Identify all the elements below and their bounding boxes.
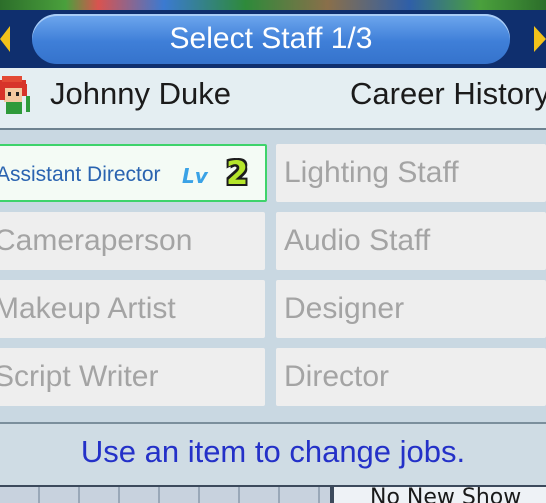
job-label: Audio Staff [284,224,431,257]
level-number: 2 [226,154,249,192]
background-tiles [0,487,330,503]
job-designer[interactable]: Designer [276,280,546,338]
background-panel: No New Show [334,487,546,503]
job-label: Cameraperson [0,224,193,257]
job-label: Lighting Staff [284,156,459,189]
hint-text: Use an item to change jobs. [80,434,466,469]
job-assistant-director[interactable]: Assistant Director Lv 2 [0,144,267,202]
avatar [0,76,30,114]
job-label: Script Writer [0,360,159,393]
staff-header: Johnny Duke Career History [0,68,546,130]
job-grid: Assistant Director Lv 2 Lighting Staff C… [0,130,546,424]
job-director[interactable]: Director [276,348,546,406]
staff-name: Johnny Duke [50,76,231,111]
title-bar: Select Staff 1/3 [0,10,546,68]
job-label: Makeup Artist [0,292,176,325]
level-prefix: Lv [182,164,208,188]
background-show-text: No New Show [370,487,522,503]
job-label: Assistant Director [0,163,161,186]
background-panels: No New Show [0,485,546,503]
career-history-button[interactable]: Career History [350,76,546,112]
select-staff-dialog: Johnny Duke Career History Assistant Dir… [0,68,546,485]
job-audio-staff[interactable]: Audio Staff [276,212,546,270]
job-makeup-artist[interactable]: Makeup Artist [0,280,265,338]
job-label: Designer [284,292,405,325]
title-pill: Select Staff 1/3 [32,14,510,64]
next-staff-arrow-icon[interactable] [534,26,546,52]
job-label: Director [284,360,390,393]
hint-bar: Use an item to change jobs. [0,424,546,485]
job-script-writer[interactable]: Script Writer [0,348,265,406]
previous-staff-arrow-icon[interactable] [0,26,10,52]
job-lighting-staff[interactable]: Lighting Staff [276,144,546,202]
title-text: Select Staff 1/3 [169,22,373,55]
job-cameraperson[interactable]: Cameraperson [0,212,265,270]
